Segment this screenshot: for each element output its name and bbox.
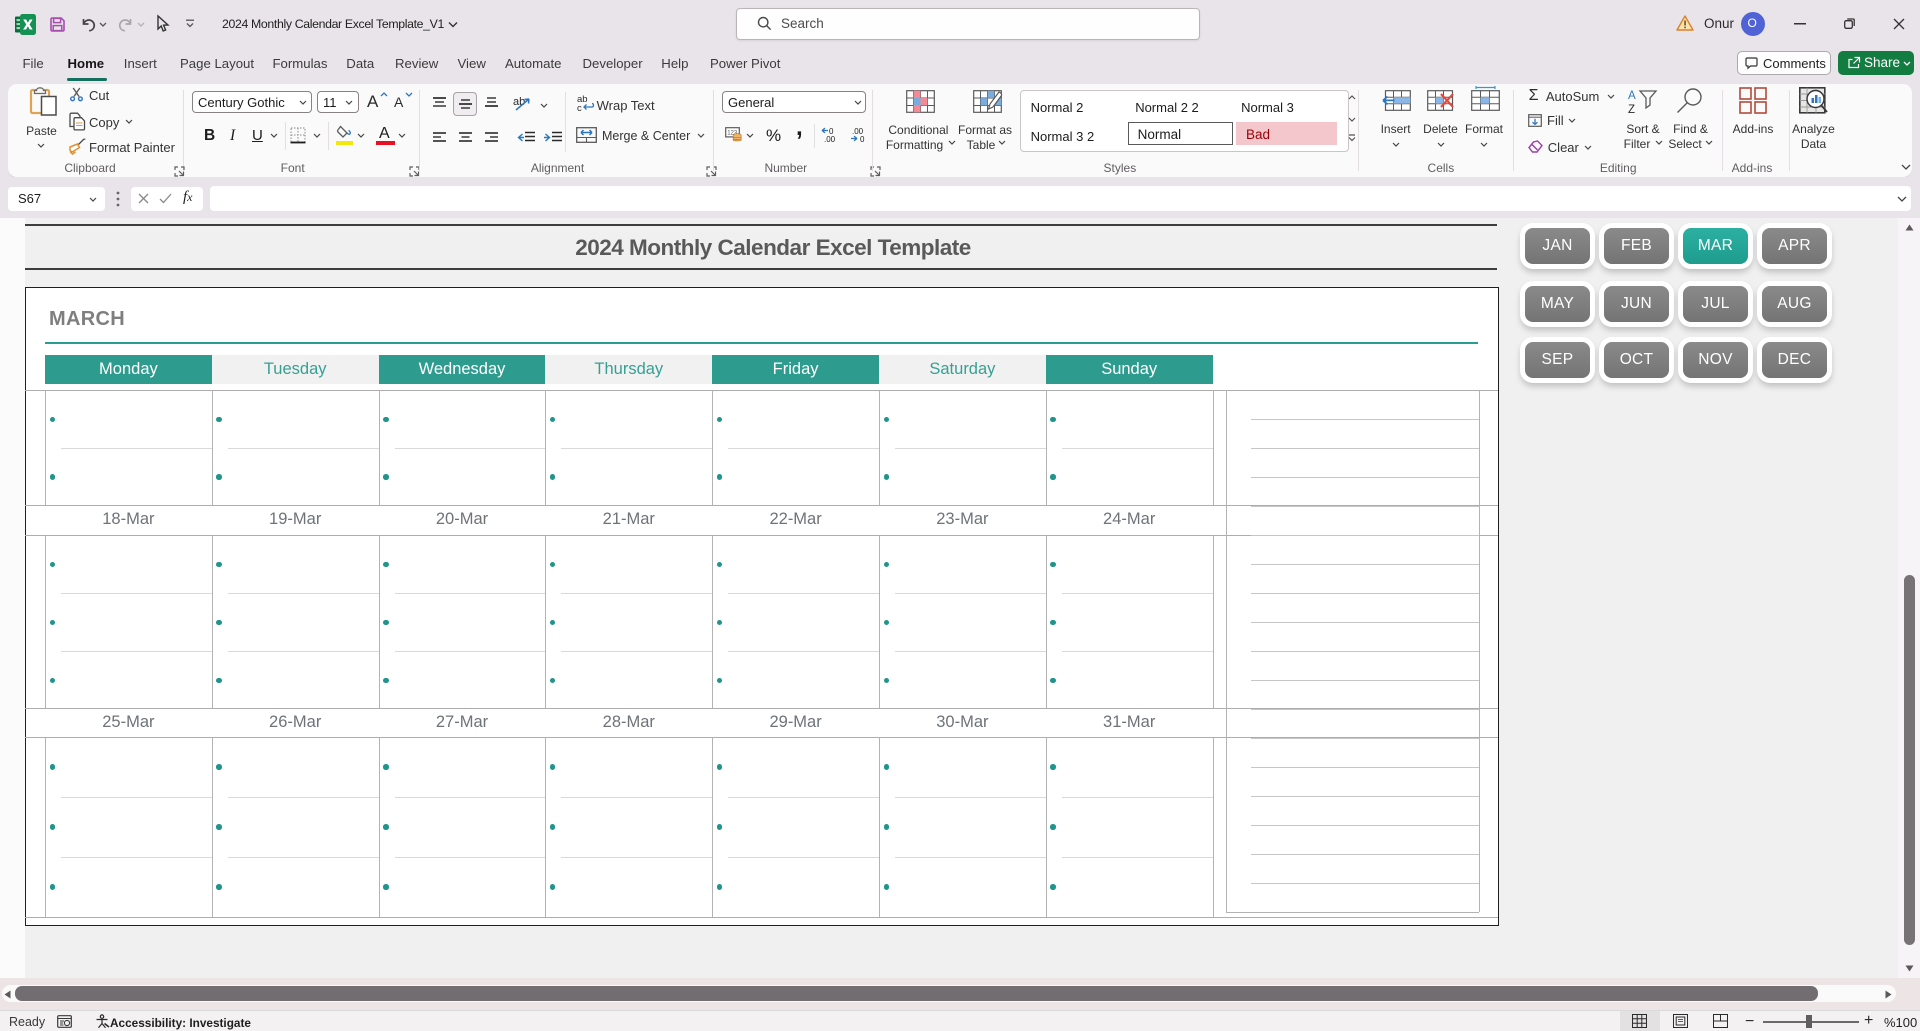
svg-text:ab: ab bbox=[513, 96, 525, 108]
svg-text:Z: Z bbox=[1628, 104, 1635, 116]
svg-text:0: 0 bbox=[860, 135, 865, 144]
svg-text:A: A bbox=[1628, 90, 1636, 102]
svg-text:.00: .00 bbox=[824, 135, 836, 144]
svg-text:c: c bbox=[577, 103, 582, 114]
